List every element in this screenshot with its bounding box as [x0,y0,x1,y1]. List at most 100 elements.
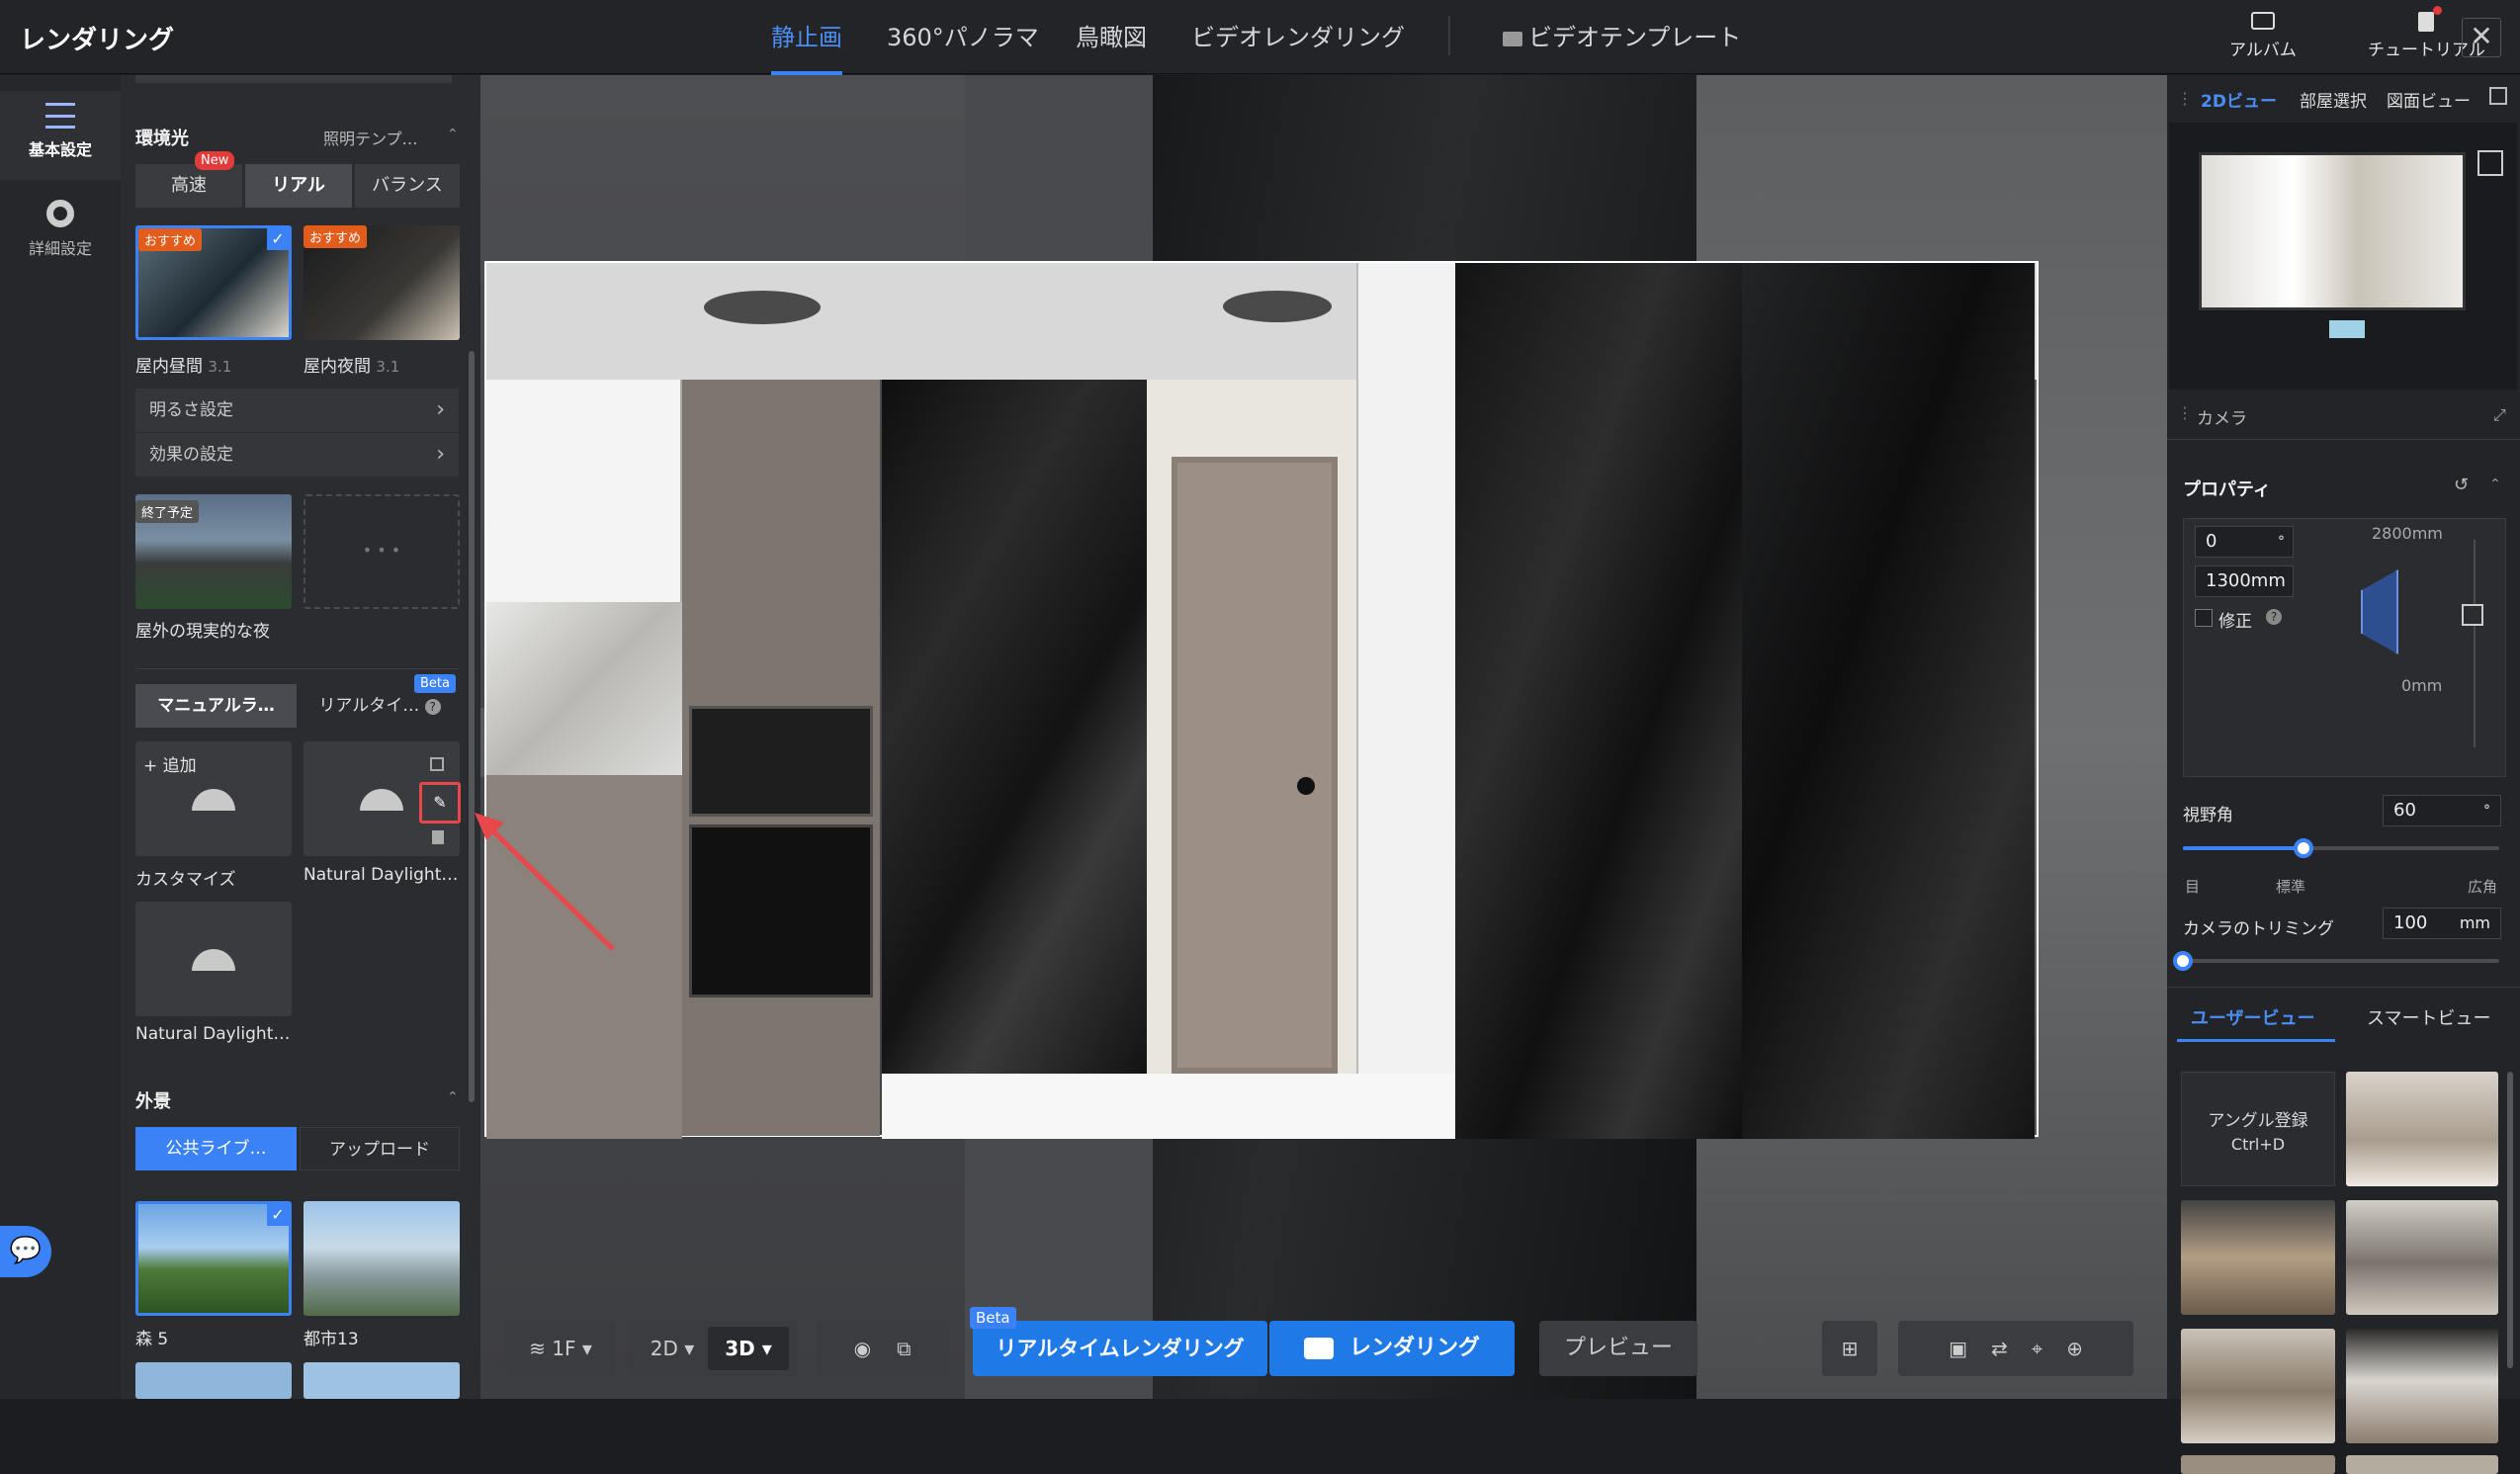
camera-height-knob[interactable] [2462,604,2483,626]
lighting-template-link[interactable]: 照明テンプ… [323,126,418,149]
tab-public-library[interactable]: 公共ライブ… [135,1127,297,1171]
more-presets[interactable]: • • • [304,494,460,609]
trim-slider-track[interactable] [2183,959,2499,963]
tab-2d-view[interactable]: 2Dビュー [2201,87,2277,112]
lamp-icon [192,949,235,971]
help-icon: ? [424,699,441,715]
render-button[interactable]: レンダリング [1269,1321,1515,1376]
door-handle [1297,777,1315,795]
focus-icon[interactable]: ⌖ [2032,1337,2042,1360]
edit-icon[interactable]: ✎ [419,782,461,824]
angle-input[interactable]: 0 ° [2195,526,2294,558]
preset-outdoor-night[interactable]: 終了予定 [135,494,292,609]
door [1172,457,1338,1074]
saved-view-thumb[interactable] [2346,1200,2498,1315]
mode-real[interactable]: リアル [245,164,352,208]
brightness-settings-row[interactable]: 明るさ設定 › [135,389,459,432]
swap-view-icon[interactable]: ⇄ [1991,1337,2008,1360]
exterior-thumb[interactable] [135,1362,292,1399]
trash-icon[interactable] [432,830,444,844]
tab-floorplan-view[interactable]: 図面ビュー [2387,87,2471,112]
chat-icon[interactable]: 💬 [0,1226,51,1277]
tab-room-select[interactable]: 部屋選択 [2300,87,2367,112]
video-template-button[interactable]: ビデオテンプレート [1503,18,1741,52]
camera-height-slider[interactable] [2474,540,2476,747]
render-frame[interactable] [484,261,2039,1139]
mode-fast[interactable]: 高速 [135,164,242,208]
left-panel-scrollbar[interactable] [469,351,475,1102]
saved-view-thumb[interactable] [2346,1072,2498,1186]
eye-icon[interactable]: ◉ [854,1337,871,1360]
minimap[interactable] [2169,123,2517,390]
rail-advanced-settings[interactable]: 詳細設定 [0,192,121,259]
right-panel-scrollbar[interactable] [2507,1072,2513,1368]
grid-select-icon[interactable]: ⊞ [1822,1321,1877,1376]
height-input[interactable]: 1300mm [2195,565,2294,597]
preview-button[interactable]: プレビュー [1539,1321,1697,1376]
exterior-forest[interactable]: ✓ [135,1201,292,1316]
trim-input[interactable]: 100 mm [2383,908,2501,939]
tab-video-rendering[interactable]: ビデオレンダリング [1191,18,1405,52]
effect-settings-row[interactable]: 効果の設定 › [135,433,459,477]
image-icon[interactable]: ▣ [1949,1337,1967,1360]
exterior-name: 都市13 [304,1330,359,1349]
mode-balance[interactable]: バランス [355,164,460,208]
trim-slider-knob[interactable] [2173,951,2193,971]
angle-register-card[interactable]: アングル登録 Ctrl+D [2181,1072,2335,1186]
saved-view-thumb[interactable] [2181,1200,2335,1315]
zoom-fit-icon[interactable]: ⊕ [2066,1337,2083,1360]
fov-tick-eye: 目 [2185,878,2201,896]
exterior-city[interactable] [304,1201,460,1316]
saved-view-thumb[interactable] [2346,1455,2498,1474]
correction-checkbox[interactable] [2195,609,2213,627]
view-mode-toggle: 2D ▾ 3D ▾ [629,1321,797,1376]
tab-user-views[interactable]: ユーザービュー [2191,1004,2315,1030]
expand-icon[interactable]: ⤢ [2493,405,2506,425]
recommended-badge: おすすめ [304,225,368,248]
saved-view-thumb[interactable] [2181,1455,2335,1474]
tab-still-image[interactable]: 静止画 [771,18,842,52]
exterior-thumb[interactable] [304,1362,460,1399]
floor-selector[interactable]: ≋ 1F ▾ [505,1321,616,1376]
floorplan-image [2199,152,2466,310]
realtime-rendering-button[interactable]: リアルタイムレンダリング [973,1321,1267,1376]
angle-value: 0 [2206,531,2217,552]
trim-unit: mm [2459,913,2490,932]
brightness-label: 明るさ設定 [149,400,233,420]
annotation-arrow [475,813,615,951]
realtime-label: リアルタイ… [318,696,420,716]
popout-icon[interactable] [2489,87,2507,105]
tab-birds-eye[interactable]: 鳥瞰図 [1076,18,1147,52]
tab-manual-lights[interactable]: マニュアルラ… [135,684,297,728]
rail-basic-settings[interactable]: 基本設定 [0,91,121,180]
collapse-icon[interactable]: ⌃ [447,1089,459,1105]
light-natural-daylight-2[interactable] [135,902,292,1016]
collapse-icon[interactable]: ⌃ [2489,477,2501,492]
fov-input[interactable]: 60 ° [2383,795,2501,826]
preset-indoor-night[interactable]: おすすめ [304,225,460,340]
collapse-icon[interactable]: ⌃ [447,127,459,142]
add-custom-light[interactable]: + 追加 [135,741,292,856]
close-button[interactable]: ✕ [2462,18,2501,57]
view-3d-button[interactable]: 3D ▾ [708,1327,789,1370]
tab-upload[interactable]: アップロード [300,1127,460,1171]
fov-slider-knob[interactable] [2293,838,2313,858]
tab-360-panorama[interactable]: 360°パノラマ [887,18,1039,52]
expand-icon[interactable] [2477,150,2503,176]
preset-indoor-day[interactable]: おすすめ ✓ [135,225,292,340]
view-2d-button[interactable]: 2D ▾ [637,1321,708,1376]
app-title: レンダリング [20,26,175,55]
saved-view-thumb[interactable] [2346,1329,2498,1443]
help-icon: ? [2266,609,2282,625]
cube-icon[interactable]: ⧉ [897,1337,911,1360]
light-name: Natural Daylight… [135,1024,291,1044]
tab-smart-views[interactable]: スマートビュー [2367,1004,2490,1030]
image-icon [2250,12,2275,30]
saved-view-thumb[interactable] [2181,1329,2335,1443]
camera-tools: ▣ ⇄ ⌖ ⊕ [1898,1321,2133,1376]
album-button[interactable]: アルバム [2229,12,2297,60]
copy-icon[interactable] [430,757,444,771]
exterior-title: 外景 [135,1091,171,1112]
floor-label: 1F [552,1337,576,1360]
reset-icon[interactable]: ↺ [2454,475,2469,495]
